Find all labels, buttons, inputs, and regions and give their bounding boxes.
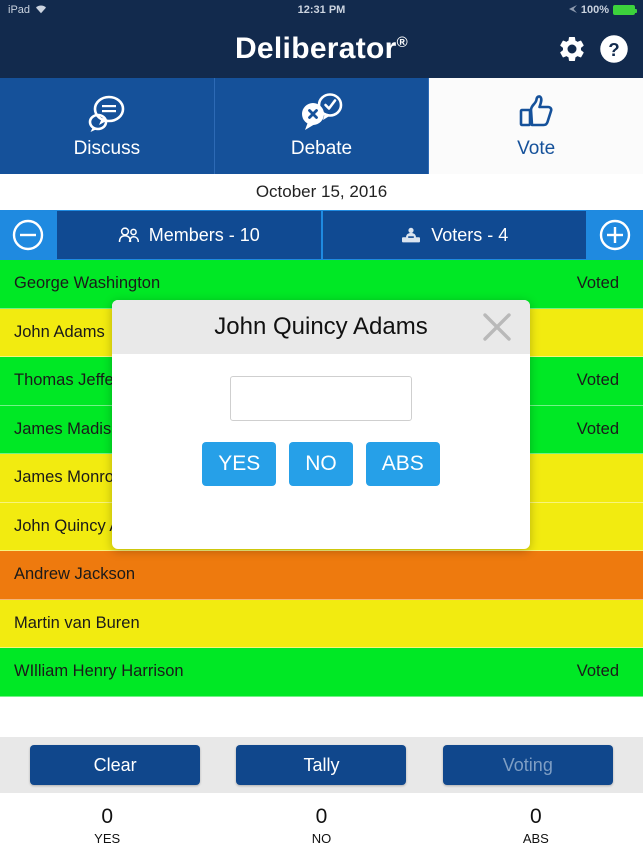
meeting-date: October 15, 2016	[0, 174, 643, 210]
thumbs-up-icon	[514, 92, 558, 134]
vote-dialog-header: John Quincy Adams	[112, 300, 530, 354]
tally-abs-label: ABS	[522, 830, 549, 846]
question-circle-icon[interactable]: ?	[599, 34, 629, 64]
member-row[interactable]: WIlliam Henry Harrison Voted	[0, 648, 643, 697]
tally-summary: 0 YES 0 NO 0 ABS	[0, 793, 643, 857]
member-row[interactable]: Andrew Jackson	[0, 551, 643, 600]
tab-vote[interactable]: Vote	[429, 78, 643, 174]
location-arrow-icon	[568, 4, 577, 16]
member-vote-status: Voted	[576, 662, 619, 681]
roster-toolbar: Members - 10 Voters - 4	[0, 210, 643, 260]
tally-no-label: NO	[311, 830, 332, 846]
vote-yes-button[interactable]: YES	[202, 442, 277, 486]
status-bar-right: 100%	[568, 4, 637, 16]
close-icon[interactable]	[480, 310, 514, 344]
app-title-text: Deliberator	[234, 32, 397, 65]
member-vote-status: Voted	[576, 371, 619, 390]
vote-dialog-body: YES NO ABS	[112, 354, 530, 549]
plus-circle-icon	[598, 218, 632, 252]
vote-dialog-title: John Quincy Adams	[214, 313, 428, 340]
tally-abs-count: 0	[529, 804, 542, 828]
tally-yes: 0 YES	[0, 793, 214, 857]
clock: 12:31 PM	[297, 4, 346, 16]
tab-vote-label: Vote	[517, 138, 556, 159]
segment-members-label: Members - 10	[148, 224, 260, 245]
tally-yes-count: 0	[101, 804, 113, 828]
battery-full-icon	[613, 5, 637, 15]
member-name: WIlliam Henry Harrison	[14, 662, 184, 681]
svg-text:?: ?	[608, 39, 619, 60]
debate-bubbles-icon	[296, 92, 348, 134]
tab-discuss-label: Discuss	[73, 138, 141, 159]
vote-choice-buttons: YES NO ABS	[202, 442, 440, 486]
remove-member-button[interactable]	[0, 210, 56, 260]
title-bar-actions: ?	[557, 34, 629, 64]
member-vote-status: Voted	[576, 419, 619, 438]
voting-button[interactable]: Voting	[442, 745, 613, 785]
tab-debate-label: Debate	[290, 138, 353, 159]
status-bar: iPad 12:31 PM 100%	[0, 0, 643, 20]
clear-button[interactable]: Clear	[30, 745, 201, 785]
vote-abs-button[interactable]: ABS	[365, 442, 440, 486]
speech-bubbles-icon	[84, 92, 130, 134]
app-title: Deliberator®	[235, 32, 408, 66]
action-bar: Clear Tally Voting	[0, 737, 643, 793]
vote-comment-input[interactable]	[230, 376, 412, 421]
member-name: Martin van Buren	[14, 613, 140, 632]
add-member-button[interactable]	[587, 210, 643, 260]
ballot-box-icon	[400, 226, 422, 244]
people-icon	[118, 226, 140, 244]
registered-mark: ®	[396, 34, 409, 51]
tally-button[interactable]: Tally	[236, 745, 407, 785]
tally-no-count: 0	[315, 804, 328, 828]
gear-icon[interactable]	[557, 34, 587, 64]
tab-debate[interactable]: Debate	[215, 78, 430, 174]
member-name: Andrew Jackson	[14, 565, 136, 584]
battery-percent: 100%	[580, 4, 609, 16]
segment-voters[interactable]: Voters - 4	[322, 211, 586, 259]
vote-dialog: John Quincy Adams YES NO ABS	[112, 300, 530, 549]
tally-abs: 0 ABS	[429, 793, 643, 857]
tally-yes-label: YES	[94, 830, 121, 846]
vote-no-button[interactable]: NO	[289, 442, 353, 486]
segment-voters-label: Voters - 4	[431, 224, 509, 245]
segment-members[interactable]: Members - 10	[57, 211, 321, 259]
minus-circle-icon	[11, 218, 45, 252]
main-tabs: Discuss Debate Vote	[0, 78, 643, 174]
member-row[interactable]: Martin van Buren	[0, 599, 643, 648]
member-vote-status: Voted	[576, 274, 619, 293]
tab-discuss[interactable]: Discuss	[0, 78, 215, 174]
member-name: George Washington	[14, 274, 161, 293]
title-bar: Deliberator® ?	[0, 20, 643, 78]
tally-no: 0 NO	[214, 793, 428, 857]
app-root: iPad 12:31 PM 100% Deliberator® ? Discus…	[0, 0, 643, 857]
